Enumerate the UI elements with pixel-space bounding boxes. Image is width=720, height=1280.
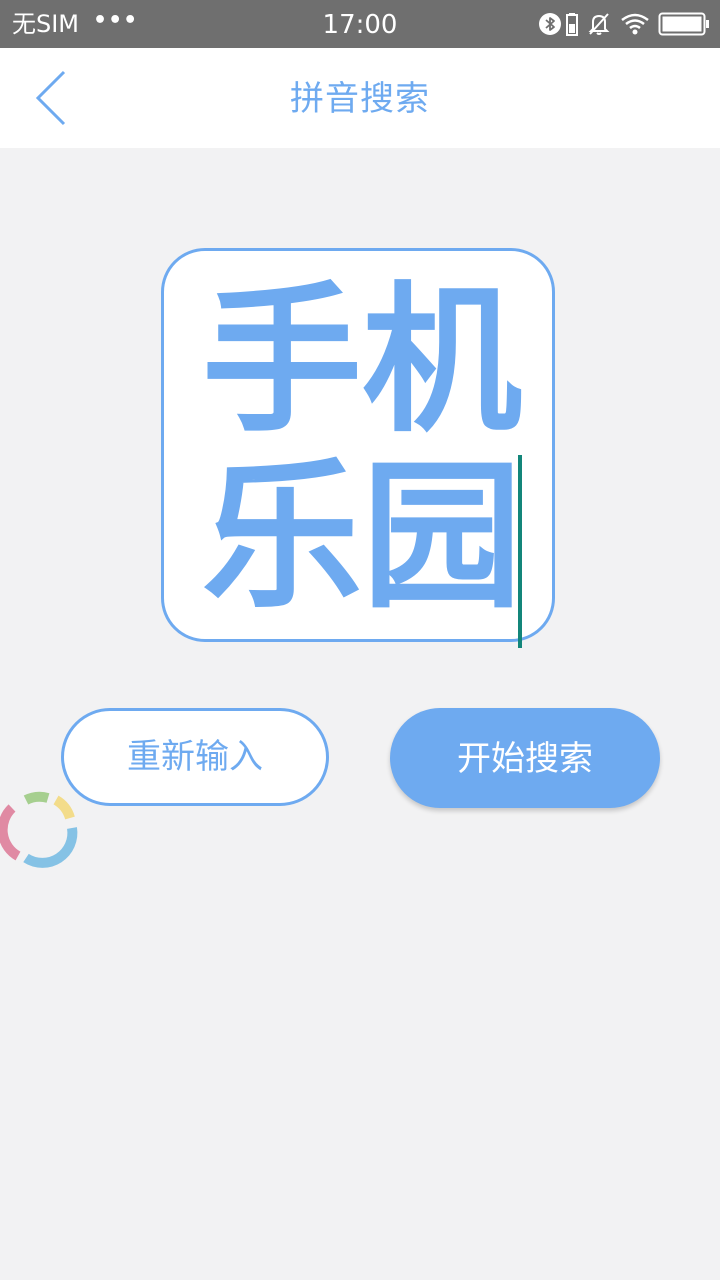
character-grid: 手 机 乐 园 [202,273,522,625]
mute-bell-icon [586,11,612,37]
battery-icon [658,11,710,37]
input-character: 机 [362,267,523,454]
status-icons [530,0,710,48]
input-character: 园 [362,443,523,630]
input-character: 手 [202,267,363,454]
header-bar: 拼音搜索 [0,48,720,148]
input-character: 乐 [202,443,363,630]
reset-input-button[interactable]: 重新输入 [61,708,329,806]
handwriting-input-box[interactable]: 手 机 乐 园 [161,248,555,642]
floating-assistive-button[interactable] [0,786,86,876]
bluetooth-icon [538,12,562,36]
battery-small-icon [566,12,578,36]
assistive-ring-icon [0,791,78,868]
start-search-button[interactable]: 开始搜索 [390,708,660,808]
page-title: 拼音搜索 [290,79,430,119]
wifi-icon [620,12,650,36]
text-caret [518,455,522,648]
status-bar: 无SIM ••• 17:00 [0,0,720,48]
